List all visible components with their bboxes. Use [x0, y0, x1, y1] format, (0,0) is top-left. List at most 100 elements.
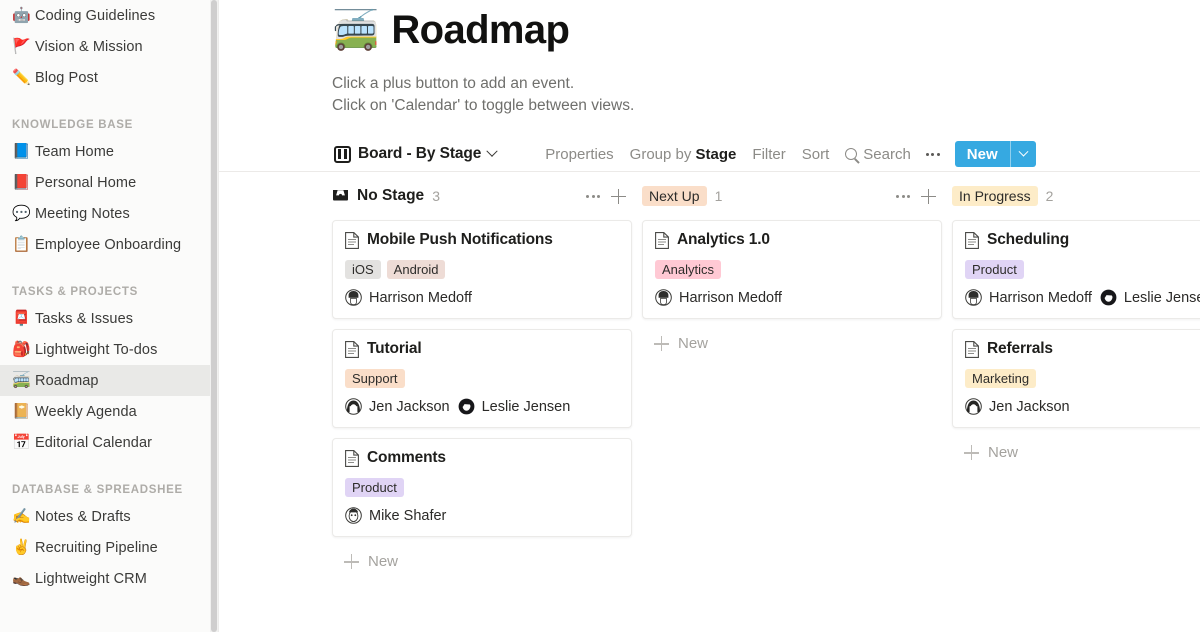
document-icon: [345, 231, 359, 249]
person-name: Harrison Medoff: [679, 289, 782, 306]
blog-post-emoji-icon: ✏️: [12, 68, 31, 86]
document-icon: [965, 231, 979, 249]
column-add-icon[interactable]: [921, 188, 936, 204]
column-add-icon[interactable]: [611, 188, 626, 204]
card-tag[interactable]: Marketing: [965, 369, 1037, 388]
card-title-row: Comments: [345, 449, 619, 467]
search-button[interactable]: Search: [837, 142, 919, 167]
chevron-down-icon: [1018, 146, 1029, 157]
column-add-new-button[interactable]: New: [952, 438, 1200, 467]
column-title-wrap[interactable]: No Stage 3: [332, 187, 579, 205]
avatar: [655, 289, 672, 306]
sidebar-item-vision-mission[interactable]: 🚩 Vision & Mission: [0, 31, 218, 62]
board-card[interactable]: Referrals Marketing Jen Jackson: [952, 329, 1200, 428]
chevron-down-icon: [486, 145, 498, 157]
card-people: Harrison Medoff: [655, 289, 929, 306]
page-title[interactable]: Roadmap: [391, 8, 570, 52]
column-title-pill: Next Up: [642, 186, 707, 206]
card-person[interactable]: Leslie Jensen: [1100, 289, 1200, 306]
view-selector[interactable]: Board - By Stage: [332, 142, 502, 166]
sidebar-item-lightweight-to-dos[interactable]: 🎒 Lightweight To-dos: [0, 334, 218, 365]
add-new-label: New: [368, 553, 399, 570]
card-person[interactable]: Harrison Medoff: [655, 289, 782, 306]
card-person[interactable]: Mike Shafer: [345, 507, 446, 524]
column-title-wrap[interactable]: In Progress 2: [952, 186, 1200, 206]
card-person[interactable]: Harrison Medoff: [965, 289, 1092, 306]
board-card[interactable]: Comments Product Mike Shafer: [332, 438, 632, 537]
new-button-dropdown[interactable]: [1009, 141, 1036, 167]
card-person[interactable]: Jen Jackson: [965, 398, 1070, 415]
tasks-issues-emoji-icon: 📮: [12, 309, 31, 327]
board-card[interactable]: Mobile Push Notifications iOS Android Harri…: [332, 220, 632, 319]
sidebar-item-label: Lightweight To-dos: [35, 341, 158, 358]
sidebar-scrollbar-thumb[interactable]: [211, 0, 217, 632]
team-home-emoji-icon: 📘: [12, 142, 31, 160]
editorial-calendar-emoji-icon: 📅: [12, 433, 31, 451]
sidebar-item-label: Employee Onboarding: [35, 236, 182, 253]
avatar: [345, 507, 362, 524]
board-card[interactable]: Scheduling Product Harrison Medoff Leslie J…: [952, 220, 1200, 319]
column-count: 1: [714, 188, 723, 204]
sidebar-item-editorial-calendar[interactable]: 📅 Editorial Calendar: [0, 427, 218, 458]
sidebar-item-coding-guidelines[interactable]: 🤖 Coding Guidelines: [0, 0, 218, 31]
sidebar: 🤖 Coding Guidelines 🚩 Vision & Mission ✏️ Blo…: [0, 0, 219, 632]
card-title-row: Analytics 1.0: [655, 231, 929, 249]
column-add-new-button[interactable]: New: [332, 547, 632, 576]
card-tag[interactable]: Android: [386, 260, 446, 279]
column-header: No Stage 3: [332, 172, 632, 220]
card-title-row: Mobile Push Notifications: [345, 231, 619, 249]
card-person[interactable]: Jen Jackson: [345, 398, 450, 415]
sidebar-item-tasks-issues[interactable]: 📮 Tasks & Issues: [0, 303, 218, 334]
card-tags: Analytics: [655, 260, 929, 279]
board-card[interactable]: Tutorial Support Jen Jackson Leslie Jensen: [332, 329, 632, 428]
card-tags: Product: [965, 260, 1200, 279]
card-tags: Product: [345, 478, 619, 497]
more-options-button[interactable]: [919, 145, 947, 164]
card-tag[interactable]: Analytics: [655, 260, 722, 279]
sidebar-scrollbar[interactable]: [210, 0, 218, 632]
main-content: 🚎 Roadmap Click a plus button to add an …: [219, 0, 1200, 632]
card-title: Mobile Push Notifications: [367, 231, 553, 248]
column-more-button[interactable]: [889, 187, 917, 206]
sidebar-item-roadmap[interactable]: 🚎 Roadmap: [0, 365, 218, 396]
properties-button[interactable]: Properties: [537, 142, 621, 167]
sidebar-item-team-home[interactable]: 📘 Team Home: [0, 136, 218, 167]
sidebar-item-recruiting-pipeline[interactable]: ✌️ Recruiting Pipeline: [0, 532, 218, 563]
card-tag[interactable]: Support: [345, 369, 405, 388]
column-header: In Progress 2: [952, 172, 1200, 220]
new-button[interactable]: New: [954, 141, 1036, 167]
sidebar-item-meeting-notes[interactable]: 💬 Meeting Notes: [0, 198, 218, 229]
board-card[interactable]: Analytics 1.0 Analytics Harrison Medoff: [642, 220, 942, 319]
column-header: Next Up 1: [642, 172, 942, 220]
sidebar-item-notes-drafts[interactable]: ✍️ Notes & Drafts: [0, 501, 218, 532]
trolleybus-icon: 🚎: [332, 8, 380, 52]
sidebar-item-lightweight-crm[interactable]: 👞 Lightweight CRM: [0, 563, 218, 594]
plus-icon: [344, 554, 359, 569]
card-person[interactable]: Harrison Medoff: [345, 289, 472, 306]
sidebar-item-personal-home[interactable]: 📕 Personal Home: [0, 167, 218, 198]
column-title: No Stage: [357, 187, 425, 204]
plus-icon: [964, 445, 979, 460]
card-tag[interactable]: Product: [965, 260, 1024, 279]
avatar: [458, 398, 475, 415]
column-add-new-button[interactable]: New: [642, 329, 942, 358]
sidebar-item-label: Vision & Mission: [35, 38, 143, 55]
sort-button[interactable]: Sort: [794, 142, 838, 167]
sidebar-item-label: Roadmap: [35, 372, 99, 389]
sidebar-item-employee-onboarding[interactable]: 📋 Employee Onboarding: [0, 229, 218, 260]
card-tags: iOS Android: [345, 260, 619, 279]
sidebar-item-blog-post[interactable]: ✏️ Blog Post: [0, 62, 218, 93]
card-people: Jen Jackson Leslie Jensen: [345, 398, 619, 415]
card-people: Jen Jackson: [965, 398, 1200, 415]
card-person[interactable]: Leslie Jensen: [458, 398, 570, 415]
card-tag[interactable]: iOS: [345, 260, 381, 279]
column-title-wrap[interactable]: Next Up 1: [642, 186, 889, 206]
column-more-button[interactable]: [579, 187, 607, 206]
group-by-button[interactable]: Group by Stage: [622, 142, 745, 167]
card-tag[interactable]: Product: [345, 478, 404, 497]
sidebar-item-weekly-agenda[interactable]: 📔 Weekly Agenda: [0, 396, 218, 427]
search-label: Search: [863, 145, 911, 163]
avatar: [965, 289, 982, 306]
filter-button[interactable]: Filter: [744, 142, 793, 167]
